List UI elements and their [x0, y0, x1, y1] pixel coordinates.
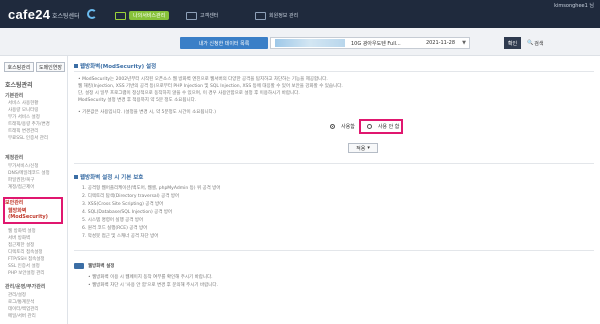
support-icon: [186, 11, 197, 20]
section-bullet-icon: [74, 175, 78, 179]
sidebar-item[interactable]: 데이터/백업관리: [8, 306, 39, 312]
sidebar-more-title: 관리/운영/부가관리: [5, 284, 46, 290]
rule-item: 4. SQL(Database/SQL Injection) 공격 방어: [82, 210, 173, 215]
confirm-button[interactable]: 확인: [504, 37, 521, 49]
rule-item: 5. 시스템 명령어 실행 공격 방어: [82, 218, 144, 223]
tab-customer-center[interactable]: 고객센터: [186, 10, 218, 21]
hosting-manage-button[interactable]: 호스팅관리: [4, 62, 34, 72]
top-navigation-bar: cafe24 호스팅센터 kimsonghee1 님 나의서비스관리 고객센터 …: [0, 0, 600, 28]
firewall-desc-line: ModSecurity 설정 변경 후 적용까지 약 5분 정도 소요됩니다.: [78, 98, 197, 103]
sidebar-account-title: 계정관리: [5, 155, 24, 161]
user-greeting[interactable]: kimsonghee1 님: [554, 2, 594, 9]
rule-item: 1. 공격형 웹어플리케이션(백도어, 웹셸, phpMyAdmin 등) 위 …: [82, 186, 221, 191]
sidebar-item[interactable]: 접근제한 설정: [8, 242, 34, 248]
firewall-desc-line: 웹 해킹(Injection, XSS 기반의 공격 등)으로부터 PHP In…: [78, 84, 343, 89]
logo-subtitle: 호스팅센터: [52, 13, 80, 20]
sidebar-basic-title: 기본관리: [5, 93, 24, 99]
rule-item: 7. 악성봇 접근 및 스캐너 공격 차단 방어: [82, 234, 159, 239]
radio-use[interactable]: [330, 124, 335, 129]
sidebar-group-title: 호스팅관리: [5, 82, 33, 89]
sidebar-item[interactable]: 부가 서비스 설정: [8, 114, 40, 120]
sidebar-item-modsecurity-sub[interactable]: (ModSecurity): [8, 214, 48, 220]
sidebar-item-modsecurity[interactable]: 웹방화벽: [8, 207, 26, 214]
sidebar-item[interactable]: 사용량 모니터링: [8, 107, 38, 113]
sidebar-item[interactable]: PHP 보안설정 관리: [8, 270, 45, 276]
tab-my-service[interactable]: 나의서비스관리: [115, 10, 170, 21]
notice-item: • 웹방화벽 차단 시 '사용 안 함'으로 변경 후 문의해 주시기 바랍니다…: [88, 283, 218, 288]
domain-extend-button[interactable]: 도메인연장: [36, 62, 65, 72]
sidebar-item[interactable]: 무료SSL 인증서 관리: [8, 135, 48, 141]
sidebar-item[interactable]: 서버 방화벽: [8, 235, 30, 241]
divider: [74, 163, 594, 164]
member-icon: [255, 11, 266, 20]
cafe24-logo[interactable]: cafe24: [8, 7, 50, 22]
sidebar-item[interactable]: 트래픽/용량 추가/변경: [8, 121, 50, 127]
tab-member-info[interactable]: 회원정보 관리: [255, 10, 298, 21]
sidebar-item[interactable]: 웹 방화벽 설정: [8, 228, 36, 234]
sidebar-item[interactable]: 서비스 사용현황: [8, 100, 38, 106]
rule-item: 6. 원격 코드 실행(RCE) 공격 방어: [82, 226, 148, 231]
sidebar-item[interactable]: 디렉토리 접속설정: [8, 249, 43, 255]
notice-item: • 웹방화벽 이용 시 웹페이지 동작 여부를 확인해 주시기 바랍니다.: [88, 275, 213, 280]
rules-section-title: 웹방화벽 설정 시 기본 보호: [74, 173, 143, 181]
chevron-down-icon: ▾: [367, 145, 370, 151]
rule-item: 2. 디렉토리 탐색(Directory traversal) 공격 방어: [82, 194, 180, 199]
sidebar-item[interactable]: 메일/서버 관리: [8, 313, 36, 319]
search-icon: 🔍: [527, 40, 534, 46]
sidebar-item[interactable]: DNS/메일레코드 설정: [8, 170, 50, 176]
sidebar-item[interactable]: 로그/통계분석: [8, 299, 34, 305]
section-bullet-icon: [74, 64, 78, 68]
notice-icon: [74, 263, 84, 269]
firewall-desc-line: • 기본값은 사용입니다. (설정을 변경 시, 약 5분정도 시간이 소요됩니…: [78, 110, 216, 115]
notice-title: 웹방화벽 설정: [88, 264, 115, 269]
hosting-center-icon: [87, 9, 97, 19]
service-select-dropdown[interactable]: 10G 광아우도텐 Full... 2021-11-28 ▼: [270, 37, 470, 49]
sidebar-item[interactable]: FTP/SSH 접속설정: [8, 256, 45, 262]
service-list-label: 내가 신청한 데이터 목록: [180, 37, 268, 49]
sidebar-item[interactable]: 부가서비스/신청: [8, 163, 39, 169]
redacted-domain: [275, 39, 345, 47]
search-button[interactable]: 🔍 검색: [527, 37, 547, 49]
sidebar-item[interactable]: SSL 인증서 설정: [8, 263, 40, 269]
sidebar-item[interactable]: 파일권한/복구: [8, 177, 34, 183]
firewall-desc-line: 단, 설정 시 일부 프로그램이 정상적으로 동작하지 않을 수 있으며, 이 …: [78, 91, 300, 96]
firewall-section-title: 웹방화벽(ModSecurity) 설정: [74, 62, 156, 70]
monitor-icon: [115, 11, 126, 20]
rule-item: 3. XSS(Cross Site Scripting) 공격 방어: [82, 202, 164, 207]
divider: [74, 71, 594, 72]
sidebar-item[interactable]: 관리/설정: [8, 292, 26, 298]
chevron-down-icon: ▼: [462, 40, 466, 46]
divider: [74, 250, 594, 251]
sidebar-item[interactable]: 트래픽 변경관리: [8, 128, 38, 134]
sidebar-item[interactable]: 계정/접근제어: [8, 184, 34, 190]
not-use-highlight-box: [359, 119, 403, 134]
apply-button[interactable]: 적용 ▾: [348, 143, 378, 153]
firewall-desc-line: • ModSecurity는 2002년부터 시작된 오픈소스 웹 방화벽 엔진…: [78, 77, 328, 82]
radio-use-label[interactable]: 사용함: [341, 123, 355, 130]
